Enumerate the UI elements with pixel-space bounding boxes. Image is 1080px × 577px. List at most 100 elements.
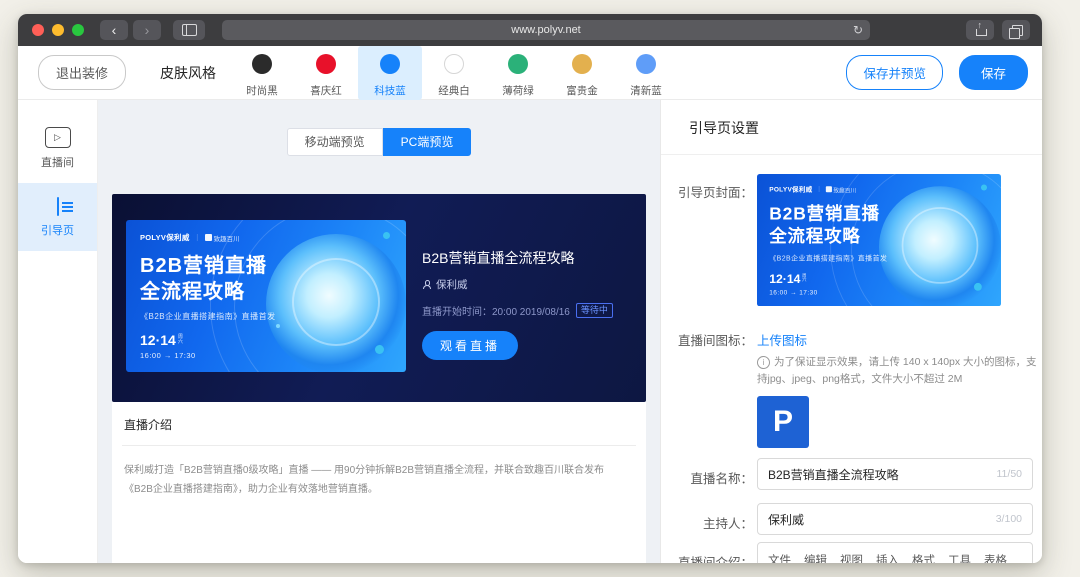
- url-text: www.polyv.net: [511, 24, 581, 36]
- host-field: 3/100: [757, 503, 1033, 535]
- live-name-field: 11/50: [757, 458, 1033, 490]
- banner-date: 12·14周六: [140, 332, 184, 348]
- skin-swatch: [636, 54, 656, 74]
- editor-toolbar: 退出装修 皮肤风格 时尚黑 喜庆红 科技蓝 经典白 薄荷绿: [18, 46, 1042, 100]
- room-icon-label: 直播间图标：: [661, 330, 753, 349]
- live-room-icon: ▷: [45, 127, 71, 148]
- live-title: B2B营销直播全流程攻略: [422, 248, 613, 268]
- host-name: 保利威: [436, 277, 468, 292]
- sidebar-toggle-button[interactable]: [173, 20, 205, 40]
- host-counter: 3/100: [996, 513, 1022, 525]
- partner-name: 致趣百川: [214, 233, 240, 243]
- room-intro-editor[interactable]: 文件 编辑 视图 插入 格式 工具 表格: [757, 542, 1033, 563]
- guide-page-settings-panel: 引导页设置 引导页封面： POLYV保利威 ｜ 致趣百川: [660, 100, 1042, 563]
- editor-menu-view[interactable]: 视图: [840, 552, 863, 563]
- cover-thumbnail[interactable]: POLYV保利威 ｜ 致趣百川 B2B营销直播 全流程攻略 《B2B企业直播搭建…: [757, 174, 1001, 306]
- settings-title: 引导页设置: [689, 118, 759, 138]
- dot-decoration: [383, 232, 390, 239]
- exit-decoration-button[interactable]: 退出装修: [38, 55, 126, 90]
- minimize-window-button[interactable]: [52, 24, 64, 36]
- back-button[interactable]: ‹: [100, 20, 128, 40]
- share-icon: [975, 24, 986, 36]
- live-name-counter: 11/50: [997, 468, 1023, 480]
- zoom-window-button[interactable]: [72, 24, 84, 36]
- sidebar-icon: [182, 24, 197, 36]
- skin-style-label: 皮肤风格: [160, 63, 216, 83]
- dot-decoration: [276, 324, 280, 328]
- info-icon: i: [757, 356, 770, 369]
- sidebar-item-live-room[interactable]: ▷ 直播间: [18, 112, 97, 183]
- banner-brand-row: POLYV保利威 ｜ 致趣百川: [140, 232, 240, 243]
- watch-live-button[interactable]: 观看直播: [422, 331, 518, 360]
- intro-tab-label[interactable]: 直播介绍: [122, 416, 636, 433]
- live-name-input[interactable]: [768, 467, 989, 481]
- skin-swatch: [252, 54, 272, 74]
- tabs-icon: [1012, 25, 1023, 36]
- share-button[interactable]: [966, 20, 994, 40]
- person-icon: [422, 280, 431, 289]
- skin-swatch: [444, 54, 464, 74]
- browser-window: ‹ › www.polyv.net ↻ 退出装修 皮肤风格 时尚黑 喜庆红: [18, 14, 1042, 563]
- upload-icon-link[interactable]: 上传图标: [757, 330, 807, 349]
- preview-area: 移动端预览 PC端预览 POLYV保利威 ｜ 致趣百川: [98, 100, 660, 563]
- left-sidebar: ▷ 直播间 引导页: [18, 100, 98, 563]
- save-button[interactable]: 保存: [959, 55, 1028, 90]
- skin-option-red[interactable]: 喜庆红: [294, 46, 358, 100]
- divider: [661, 154, 1042, 155]
- dot-decoration: [375, 345, 384, 354]
- skin-swatch: [316, 54, 336, 74]
- divider: [122, 445, 636, 446]
- preview-tabs: 移动端预览 PC端预览: [112, 128, 646, 156]
- disc-graphic: [266, 234, 406, 372]
- tab-pc-preview[interactable]: PC端预览: [383, 128, 472, 156]
- skin-options: 时尚黑 喜庆红 科技蓝 经典白 薄荷绿 富贵金: [230, 46, 678, 100]
- close-window-button[interactable]: [32, 24, 44, 36]
- skin-swatch: [508, 54, 528, 74]
- skin-option-tech-blue[interactable]: 科技蓝: [358, 46, 422, 100]
- p-logo-letter: P: [773, 405, 793, 439]
- titlebar-right-buttons: [966, 20, 1030, 40]
- room-icon-preview[interactable]: P: [757, 396, 809, 448]
- disc-graphic: [879, 186, 1001, 306]
- editor-menu-edit[interactable]: 编辑: [804, 552, 827, 563]
- banner-subtitle: 《B2B企业直播搭建指南》直播首发: [140, 311, 276, 322]
- editor-menu-tools[interactable]: 工具: [948, 552, 971, 563]
- skin-option-green[interactable]: 薄荷绿: [486, 46, 550, 100]
- live-intro-card: 直播介绍 保利威打造「B2B营销直播0级攻略」直播 —— 用90分钟拆解B2B营…: [112, 402, 646, 563]
- tab-overview-button[interactable]: [1002, 20, 1030, 40]
- banner-title: B2B营销直播 全流程攻略: [140, 253, 267, 305]
- skin-option-white[interactable]: 经典白: [422, 46, 486, 100]
- editor-menu-format[interactable]: 格式: [912, 552, 935, 563]
- partner-logo-icon: [826, 186, 832, 192]
- skin-option-fresh-blue[interactable]: 清新蓝: [614, 46, 678, 100]
- save-and-preview-button[interactable]: 保存并预览: [846, 55, 943, 90]
- editor-menu-file[interactable]: 文件: [768, 552, 791, 563]
- tab-mobile-preview[interactable]: 移动端预览: [287, 128, 383, 156]
- editor-menu-table[interactable]: 表格: [984, 552, 1007, 563]
- polyv-logo: POLYV保利威: [769, 184, 812, 194]
- skin-option-black[interactable]: 时尚黑: [230, 46, 294, 100]
- cover-label: 引导页封面：: [661, 182, 753, 201]
- forward-button[interactable]: ›: [133, 20, 161, 40]
- reload-icon[interactable]: ↻: [853, 20, 863, 40]
- live-host-row: 保利威: [422, 277, 613, 292]
- skin-swatch: [380, 54, 400, 74]
- polyv-logo: POLYV保利威: [140, 232, 190, 243]
- dot-decoration: [981, 184, 987, 190]
- host-input[interactable]: [768, 512, 988, 526]
- guide-page-banner: POLYV保利威 ｜ 致趣百川 B2B营销直播 全流程攻略 《B2B企业直播搭建…: [112, 194, 646, 402]
- traffic-lights: [32, 24, 84, 36]
- editor-menu-insert[interactable]: 插入: [876, 552, 899, 563]
- browser-titlebar: ‹ › www.polyv.net ↻: [18, 14, 1042, 46]
- live-start-row: 直播开始时间：20:00 2019/08/16 等待中: [422, 303, 613, 318]
- address-bar[interactable]: www.polyv.net ↻: [222, 20, 870, 40]
- sidebar-item-guide-page[interactable]: 引导页: [18, 183, 97, 251]
- start-time-text: 直播开始时间：20:00 2019/08/16: [422, 303, 570, 318]
- cover-thumbnail-image: POLYV保利威 ｜ 致趣百川 B2B营销直播 全流程攻略 《B2B企业直播搭建…: [757, 174, 1001, 306]
- page-body: ▷ 直播间 引导页 移动端预览 PC端预览: [18, 100, 1042, 563]
- status-badge: 等待中: [576, 303, 613, 318]
- banner-time: 16:00 → 17:30: [140, 351, 196, 360]
- partner-name: 致趣百川: [833, 185, 856, 194]
- skin-swatch: [572, 54, 592, 74]
- skin-option-gold[interactable]: 富贵金: [550, 46, 614, 100]
